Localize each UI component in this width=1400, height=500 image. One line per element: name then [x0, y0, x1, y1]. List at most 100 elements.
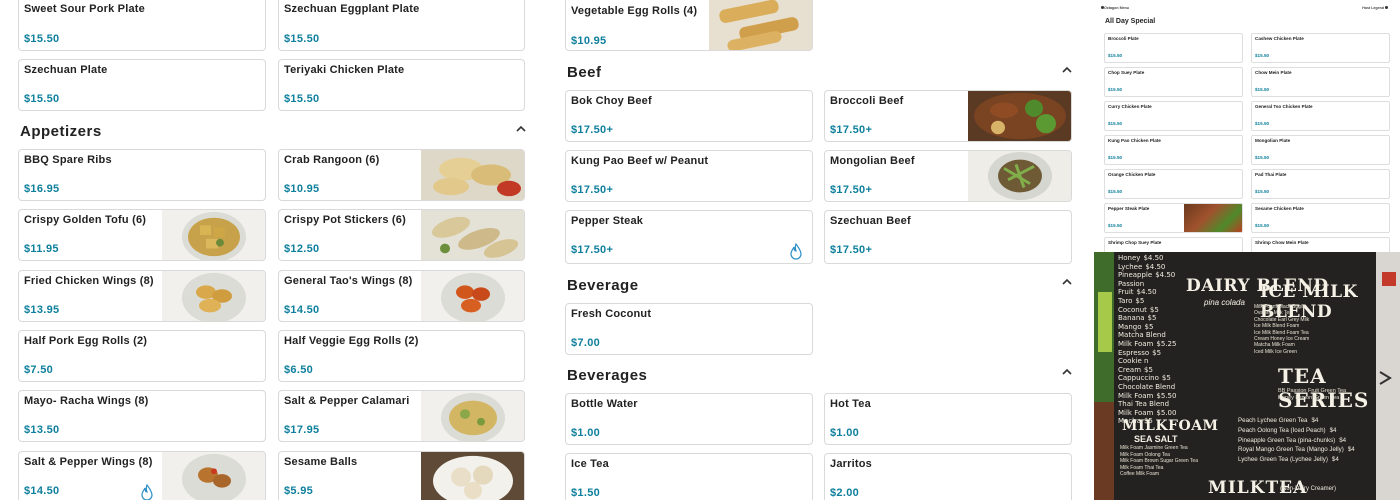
- mini-menu-item-card[interactable]: General Tso Chicken Plate $15.50: [1251, 101, 1390, 131]
- item-name: General Tao's Wings (8): [284, 275, 413, 287]
- item-price: $17.50+: [830, 184, 873, 196]
- mini-item-price: $15.50: [1108, 189, 1123, 194]
- menu-item-card[interactable]: Sesame Balls $5.95: [278, 451, 525, 500]
- menu-item-card[interactable]: Ice Tea $1.50: [565, 453, 813, 500]
- chalk-milkfoam-item: Coffee Milk Foam: [1120, 471, 1160, 478]
- item-name: Half Veggie Egg Rolls (2): [284, 335, 419, 347]
- mini-item-name: Broccoli Plate: [1108, 36, 1139, 41]
- item-price: $13.50: [24, 424, 60, 436]
- mini-menu-item-card[interactable]: Shrimp Chop Suey Plate: [1104, 237, 1243, 252]
- menu-item-card[interactable]: Szechuan Plate $15.50: [18, 59, 266, 111]
- menu-item-card[interactable]: Mayo- Racha Wings (8) $13.50: [18, 390, 266, 442]
- chevron-up-icon[interactable]: [1060, 365, 1074, 379]
- menu-item-card[interactable]: Fresh Coconut $7.00: [565, 303, 813, 355]
- menu-item-card[interactable]: Salt & Pepper Wings (8) $14.50: [18, 451, 266, 500]
- menu-item-card[interactable]: Bottle Water $1.00: [565, 393, 813, 445]
- spicy-flame-icon: [141, 484, 153, 500]
- menu-item-card[interactable]: Pepper Steak $17.50+: [565, 210, 813, 264]
- mini-menu-item-card[interactable]: Kung Pao Chicken Plate $15.50: [1104, 135, 1243, 165]
- mini-item-name: Pad Thai Plate: [1255, 172, 1287, 177]
- mini-item-name: General Tso Chicken Plate: [1255, 104, 1313, 109]
- menu-item-card[interactable]: Fried Chicken Wings (8) $13.95: [18, 270, 266, 322]
- chalk-flavor-item: Thai Tea Blend Milk Foam $5.00: [1118, 400, 1177, 417]
- general-taos-wings-photo: [421, 271, 524, 321]
- menu-item-card[interactable]: General Tao's Wings (8) $14.50: [278, 270, 525, 322]
- menu-item-card[interactable]: Mongolian Beef $17.50+: [824, 150, 1072, 202]
- item-name: BBQ Spare Ribs: [24, 154, 112, 166]
- item-price: $6.50: [284, 364, 314, 376]
- menu-column-left: Sweet Sour Pork Plate $15.50 Szechuan Eg…: [0, 0, 540, 500]
- menu-item-card[interactable]: Vegetable Egg Rolls (4) $10.95: [565, 0, 813, 51]
- chalk-subtitle-pina: pina colada: [1204, 298, 1245, 307]
- mini-item-name: Cashew Chicken Plate: [1255, 36, 1304, 41]
- item-name: Crab Rangoon (6): [284, 154, 380, 166]
- mini-item-name: Chop Suey Plate: [1108, 70, 1145, 75]
- chalk-title-milkfoam: MILKFOAM: [1122, 418, 1219, 434]
- chalk-flavor-item: Espresso $5: [1118, 348, 1162, 357]
- mini-item-name: Kung Pao Chicken Plate: [1108, 138, 1161, 143]
- chalk-flavor-item: Mango $5: [1118, 322, 1154, 331]
- menu-item-card[interactable]: Bok Choy Beef $17.50+: [565, 90, 813, 142]
- mini-menu-item-card[interactable]: Chow Mein Plate $15.50: [1251, 67, 1390, 97]
- menu-item-card[interactable]: Szechuan Eggplant Plate $15.50: [278, 0, 525, 51]
- chalk-flavor-item: Passion Fruit $4.50: [1118, 279, 1157, 297]
- menu-item-card[interactable]: Half Veggie Egg Rolls (2) $6.50: [278, 330, 525, 382]
- mini-menu-item-card[interactable]: Shrimp Chow Mein Plate: [1251, 237, 1390, 252]
- broccoli-beef-photo: [968, 91, 1071, 141]
- mini-header-right: Host Legend: [1362, 6, 1384, 10]
- item-price: $10.95: [571, 35, 607, 47]
- menu-item-card[interactable]: Kung Pao Beef w/ Peanut $17.50+: [565, 150, 813, 202]
- mini-menu-item-card[interactable]: Pad Thai Plate $15.50: [1251, 169, 1390, 199]
- menu-item-card[interactable]: BBQ Spare Ribs $16.95: [18, 149, 266, 201]
- chalkboard-left-list: Honey $4.50 Lychee $4.50 Pineapple $4.50 Passi…: [1118, 254, 1180, 426]
- menu-item-card[interactable]: Salt & Pepper Calamari $17.95: [278, 390, 525, 442]
- mongolian-beef-photo: [968, 151, 1071, 201]
- mini-item-price: $15.50: [1108, 87, 1123, 92]
- mini-menu-item-card[interactable]: Cashew Chicken Plate $15.50: [1251, 33, 1390, 63]
- mini-menu-item-card[interactable]: Broccoli Plate $15.50: [1104, 33, 1243, 63]
- sesame-balls-photo: [421, 452, 524, 500]
- item-name: Crispy Golden Tofu (6): [24, 214, 147, 226]
- chevron-up-icon[interactable]: [1060, 275, 1074, 289]
- mini-menu-item-card[interactable]: Chop Suey Plate $15.50: [1104, 67, 1243, 97]
- mini-item-name: Curry Chicken Plate: [1108, 104, 1152, 109]
- mini-logo-icon: [1101, 6, 1104, 9]
- item-name: Sesame Balls: [284, 456, 358, 468]
- chalk-flavor-item: Cookie n Cream $5: [1118, 357, 1153, 374]
- menu-item-card[interactable]: Crispy Golden Tofu (6) $11.95: [18, 209, 266, 261]
- calamari-photo: [421, 391, 524, 441]
- mini-menu-item-card[interactable]: Orange Chicken Plate $15.50: [1104, 169, 1243, 199]
- menu-item-card[interactable]: Teriyaki Chicken Plate $15.50: [278, 59, 525, 111]
- item-price: $7.50: [24, 364, 54, 376]
- menu-item-card[interactable]: Jarritos $2.00: [824, 453, 1072, 500]
- section-title-beverage: Beverage: [567, 277, 639, 294]
- chalk-tea-series-list: BB Passion Fruit Green Tea Honey Lemon Gr…: [1278, 388, 1378, 402]
- chevron-up-icon[interactable]: [1060, 63, 1074, 77]
- mini-menu-item-card[interactable]: Curry Chicken Plate $15.50: [1104, 101, 1243, 131]
- menu-item-card[interactable]: Broccoli Beef $17.50+: [824, 90, 1072, 142]
- menu-item-card[interactable]: Half Pork Egg Rolls (2) $7.50: [18, 330, 266, 382]
- menu-item-card[interactable]: Hot Tea $1.00: [824, 393, 1072, 445]
- mini-pepper-steak-photo: [1184, 204, 1242, 232]
- mini-item-price: $15.50: [1255, 87, 1270, 92]
- item-price: $5.95: [284, 485, 314, 497]
- chalk-flavor-item: Matcha Blend Milk Foam $5.25: [1118, 331, 1177, 348]
- mini-user-icon: [1385, 6, 1388, 9]
- chevron-up-icon[interactable]: [514, 122, 528, 136]
- mini-menu-item-card[interactable]: Sesame Chicken Plate $15.50: [1251, 203, 1390, 233]
- chalk-flavor-item: Coconut $5: [1118, 305, 1159, 314]
- item-price: $17.50+: [571, 244, 614, 256]
- menu-item-card[interactable]: Szechuan Beef $17.50+: [824, 210, 1072, 264]
- item-name: Sweet Sour Pork Plate: [24, 3, 145, 15]
- mini-item-price: $15.50: [1255, 53, 1270, 58]
- menu-item-card[interactable]: Crab Rangoon (6) $10.95: [278, 149, 525, 201]
- mini-menu-item-card[interactable]: Pepper Steak Plate $15.50: [1104, 203, 1243, 233]
- chalk-milkfoam-list: Milk Foam Jasmine Green Tea Milk Foam Ool…: [1120, 445, 1230, 478]
- menu-column-right: Octagon Menu Host Legend All Day Special…: [1094, 0, 1400, 500]
- mini-menu-item-card[interactable]: Mongolian Plate $15.50: [1251, 135, 1390, 165]
- menu-item-card[interactable]: Crispy Pot Stickers (6) $12.50: [278, 209, 525, 261]
- item-name: Bok Choy Beef: [571, 95, 652, 107]
- chalk-tea-item: Peach Lychee Green Tea $4: [1238, 417, 1319, 424]
- chalk-flavor-item: Pineapple $4.50: [1118, 271, 1176, 280]
- menu-item-card[interactable]: Sweet Sour Pork Plate $15.50: [18, 0, 266, 51]
